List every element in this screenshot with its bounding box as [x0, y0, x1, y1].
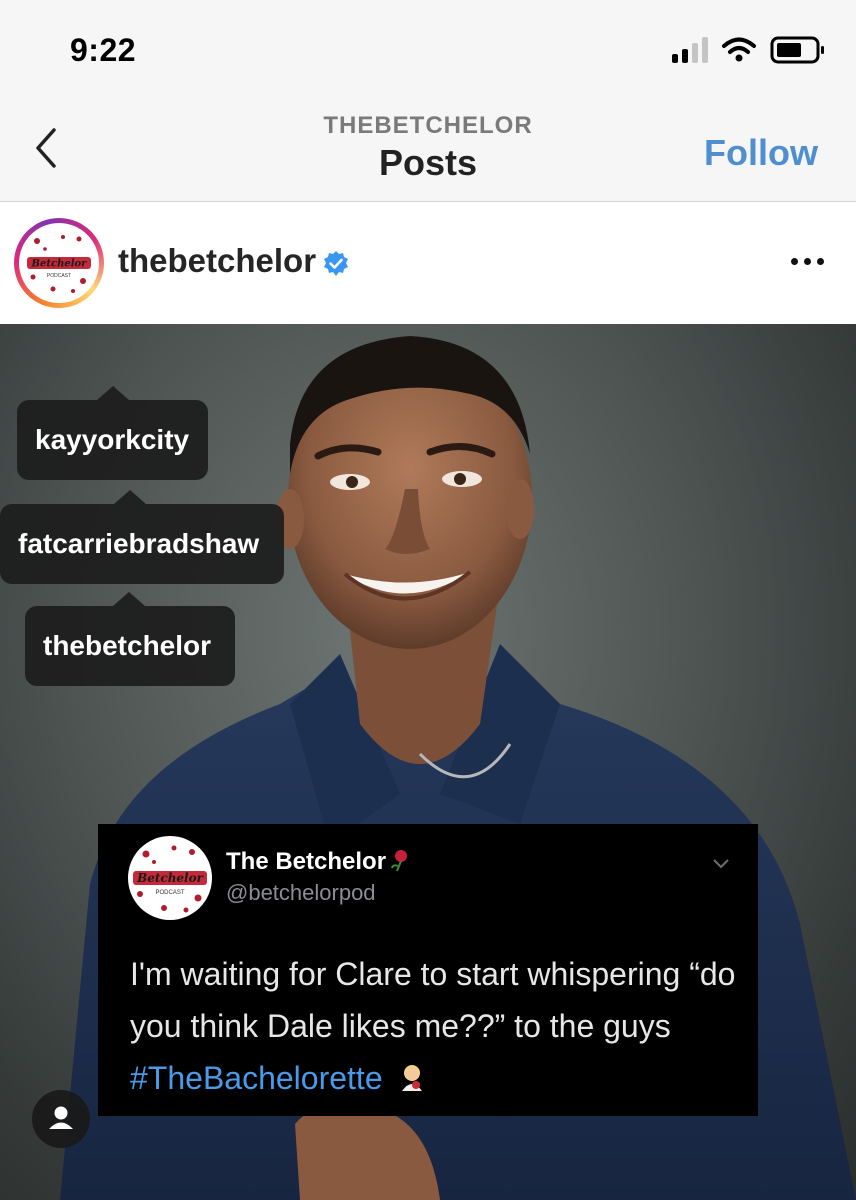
chevron-down-icon[interactable] [712, 858, 730, 870]
user-tag-kayyorkcity[interactable]: kayyorkcity [17, 386, 208, 480]
post-header: Betchelor PODCAST thebetchelor [0, 202, 856, 324]
nav-header: THEBETCHELOR Posts Follow [0, 100, 856, 202]
tweet-avatar: Betchelor PODCAST [128, 836, 212, 920]
avatar[interactable]: Betchelor PODCAST [14, 218, 104, 308]
status-bar: 9:22 [0, 0, 856, 100]
battery-icon [770, 36, 824, 64]
svg-text:Betchelor: Betchelor [136, 871, 205, 885]
tweet-hashtag[interactable]: #TheBachelorette [130, 1060, 383, 1096]
follow-button[interactable]: Follow [704, 132, 818, 174]
svg-text:Betchelor: Betchelor [31, 259, 88, 270]
tweet-card: Betchelor PODCAST The Betchelor @betchel… [98, 824, 758, 1116]
bride-emoji-icon [401, 1065, 422, 1091]
post-photo[interactable]: kayyorkcity fatcarriebradshaw thebetchel… [0, 324, 856, 1200]
wifi-icon [722, 37, 756, 62]
user-tag-thebetchelor[interactable]: thebetchelor [25, 592, 235, 686]
status-time: 9:22 [70, 32, 137, 68]
user-tag-icon[interactable] [32, 1090, 90, 1148]
signal-icon [672, 37, 708, 63]
tweet-author-name: The Betchelor [226, 848, 410, 876]
post-username[interactable]: thebetchelor [118, 242, 316, 280]
verified-badge-icon [324, 251, 348, 276]
svg-text:PODCAST: PODCAST [47, 273, 71, 279]
user-tag-fatcarriebradshaw[interactable]: fatcarriebradshaw [0, 490, 284, 584]
svg-text:PODCAST: PODCAST [155, 890, 184, 896]
rose-icon [391, 850, 408, 872]
more-options-icon[interactable] [791, 258, 824, 265]
betchelor-logo: Betchelor PODCAST [23, 227, 95, 299]
tweet-text: I'm waiting for Clare to start whisperin… [130, 956, 736, 1096]
tweet-author-handle: @betchelorpod [226, 880, 376, 905]
